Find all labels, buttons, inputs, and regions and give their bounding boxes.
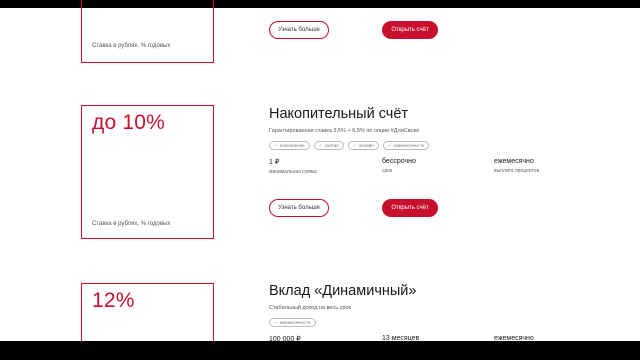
feature-tags: ✓ пополнение ✓ снятие ✓ онлайн ✓ ежемесячно …: [269, 141, 430, 150]
fact-value: ежемесячно: [494, 158, 534, 165]
tag-label: ежемесячно %: [279, 320, 311, 325]
check-icon: ✓: [387, 142, 392, 148]
rate-value: 12%: [92, 289, 135, 312]
feature-tag: ✓ онлайн: [347, 141, 379, 150]
rate-value: до 10%: [92, 111, 165, 134]
rate-caption: Ставка в рублях, % годовых: [92, 221, 171, 227]
feature-tag: ✓ ежемесячно %: [382, 141, 430, 150]
check-icon: ✓: [318, 142, 323, 148]
check-icon: ✓: [274, 142, 278, 148]
learn-more-button[interactable]: Узнать больше: [269, 199, 329, 217]
rate-box-savings: до 10% Ставка в рублях, % годовых: [81, 105, 214, 239]
product-subtitle: Гарантированная ставка 3,5% + 6,5% по оп…: [269, 128, 420, 134]
fact-label: минимальная сумма: [269, 169, 317, 175]
tag-label: снятие: [324, 143, 339, 148]
rate-caption: Ставка в рублях, % годовых: [92, 43, 171, 49]
check-icon: ✓: [352, 142, 357, 148]
fact-value: 1 ₽: [269, 159, 280, 166]
feature-tag: ✓ пополнение: [269, 141, 310, 150]
rate-box-previous: Ставка в рублях, % годовых: [81, 0, 214, 63]
bottom-letterbox-bar: [0, 341, 640, 360]
learn-more-button[interactable]: Узнать больше: [269, 21, 329, 39]
page: Ставка в рублях, % годовых Узнать больше…: [0, 0, 640, 360]
fact-term: бессрочно срок: [382, 158, 416, 174]
feature-tag: ✓ ежемесячно %: [269, 318, 316, 327]
fact-label: выплата процентов: [494, 168, 540, 174]
open-account-button[interactable]: Открыть счёт: [382, 21, 438, 39]
fact-min-amount: 1 ₽ минимальная сумма: [269, 158, 317, 175]
tag-label: онлайн: [358, 143, 374, 148]
product-title[interactable]: Накопительный счёт: [269, 106, 408, 122]
fact-label: срок: [382, 168, 393, 174]
product-subtitle: Стабильный доход на весь срок: [269, 305, 351, 311]
feature-tags: ✓ ежемесячно %: [269, 318, 316, 327]
tag-label: пополнение: [279, 143, 305, 148]
open-account-button[interactable]: Открыть счёт: [382, 199, 438, 217]
fact-value: бессрочно: [382, 158, 416, 165]
check-icon: ✓: [274, 319, 278, 325]
feature-tag: ✓ снятие: [313, 141, 344, 150]
fact-interest-payout: ежемесячно выплата процентов: [494, 158, 539, 174]
tag-label: ежемесячно %: [393, 143, 425, 148]
product-title[interactable]: Вклад «Динамичный»: [269, 283, 416, 299]
